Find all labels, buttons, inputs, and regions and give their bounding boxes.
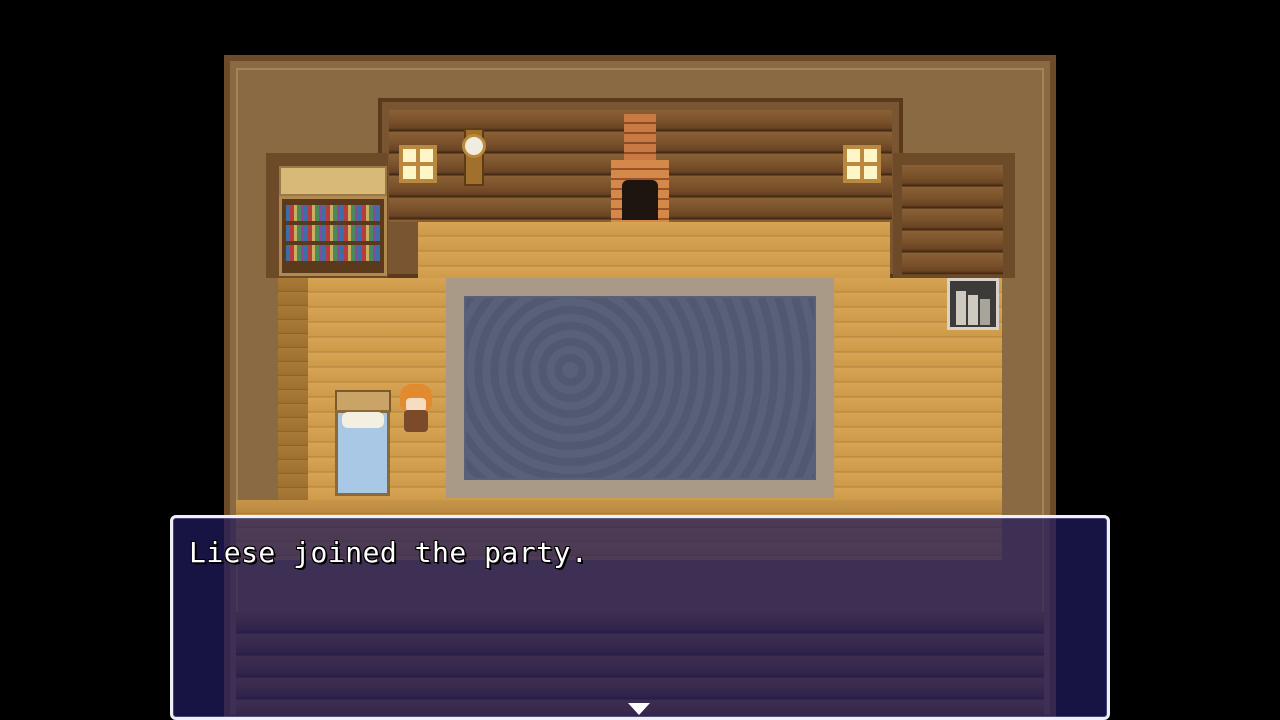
bookshelf[interactable] — [279, 196, 387, 276]
cabinet-book — [956, 291, 966, 325]
book-row — [286, 245, 380, 261]
rug-center — [466, 298, 814, 478]
cabinet-book — [968, 295, 978, 325]
arrow-down-icon[interactable] — [628, 703, 650, 715]
character-sprite[interactable] — [404, 410, 428, 432]
cabinet[interactable] — [947, 278, 999, 330]
window-right — [843, 145, 881, 183]
window-left — [399, 145, 437, 183]
right-wall-logs — [902, 165, 1003, 275]
floor-upper — [418, 222, 890, 278]
clock-face-icon — [462, 134, 486, 158]
dialog-message: Liese joined the party. — [189, 536, 589, 569]
fireplace-opening — [622, 180, 658, 220]
pillow — [342, 412, 384, 428]
chimney — [624, 114, 656, 160]
bookshelf-top — [279, 166, 387, 196]
cabinet-book — [980, 299, 990, 325]
bed-headboard — [335, 390, 391, 412]
book-row — [286, 225, 380, 241]
book-row — [286, 205, 380, 221]
floor-left-shadow — [278, 278, 308, 500]
